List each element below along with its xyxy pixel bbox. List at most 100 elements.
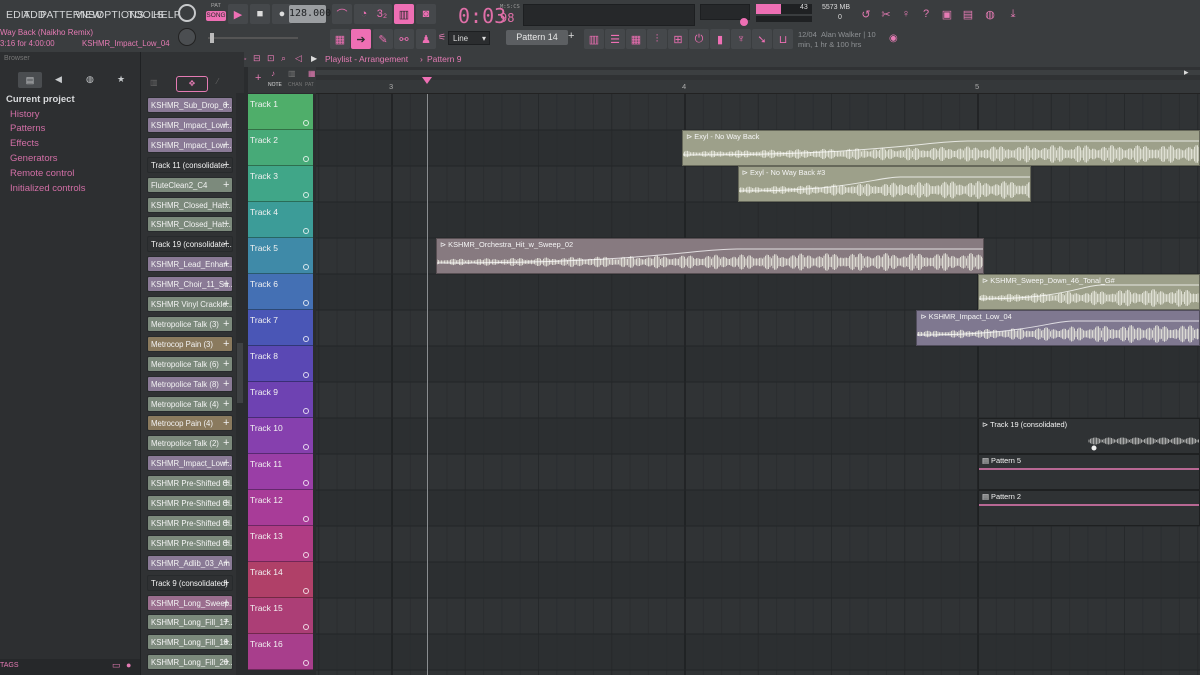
picker-mode-button[interactable]: ✥ <box>176 76 208 92</box>
channel-button[interactable]: KSHMR_Closed_Hat... <box>147 196 233 213</box>
channel-button[interactable]: KSHMR_Adlib_03_Am <box>147 554 233 571</box>
channel-button[interactable]: Metropolice Talk (4) <box>147 395 233 412</box>
stamp-tool-button[interactable]: ♟ <box>416 29 436 49</box>
playlist-pattern-name[interactable]: Pattern 9 <box>427 54 462 64</box>
step-seq-button[interactable]: ☰ <box>605 29 625 49</box>
audio-clip[interactable]: ⊳ KSHMR_Impact_Low_04 <box>916 310 1200 346</box>
blend-notes-button[interactable]: ◙ <box>416 4 436 24</box>
track-header[interactable]: Track 16 <box>248 634 313 670</box>
zoom-icon[interactable]: ⌕ <box>281 53 286 64</box>
channel-button[interactable]: KSHMR_Lead_Enhan... <box>147 256 233 273</box>
draw-tool-button[interactable]: ✎ <box>373 29 393 49</box>
channel-button[interactable]: KSHMR_Long_Fill_18... <box>147 634 233 651</box>
channel-button[interactable]: KSHMR_Impact_Low... <box>147 455 233 472</box>
online-icon[interactable]: ◉ <box>889 33 898 44</box>
slice-icon[interactable]: ⊟ <box>253 53 261 64</box>
channel-button[interactable]: Metropolice Talk (6) <box>147 355 233 372</box>
mic-button[interactable]: ♀ <box>896 4 916 24</box>
audio-clip[interactable]: ⊳ KSHMR_Sweep_Down_46_Tonal_G# <box>978 274 1200 310</box>
channel-button[interactable]: KSHMR Pre-Shifted Cl... <box>147 514 233 531</box>
track-mute-icon[interactable] <box>303 120 309 126</box>
menu-help[interactable]: HELP <box>153 9 181 21</box>
tree-remote-control[interactable]: Remote control <box>10 168 74 179</box>
pat-mode-label[interactable]: PAT <box>211 3 221 9</box>
tab-chan[interactable]: CHAN <box>288 82 302 88</box>
channel-add-icon[interactable]: + <box>223 276 233 292</box>
tree-patterns[interactable]: Patterns <box>10 123 45 134</box>
channel-button[interactable]: KSHMR Pre-Shifted Cl... <box>147 534 233 551</box>
track-header[interactable]: Track 5 <box>248 238 313 274</box>
track-mute-icon[interactable] <box>303 192 309 198</box>
project-info-button[interactable]: ▤ <box>958 4 978 24</box>
master-pitch-knob[interactable] <box>178 28 196 46</box>
piano-roll-window-button[interactable]: ▦ <box>626 29 646 49</box>
channel-button[interactable]: KSHMR_Closed_Hat... <box>147 216 233 233</box>
master-volume-knob[interactable] <box>178 4 196 22</box>
channel-add-icon[interactable]: + <box>223 654 233 670</box>
channel-add-icon[interactable]: + <box>223 316 233 332</box>
channel-button[interactable]: KSHMR Pre-Shifted Cl... <box>147 495 233 511</box>
audio-clip[interactable]: ⊳ Track 19 (consolidated) <box>978 418 1200 454</box>
track-mute-icon[interactable] <box>303 300 309 306</box>
channel-add-icon[interactable]: + <box>223 137 233 153</box>
pattern-selector[interactable]: Pattern 14 <box>506 30 568 45</box>
track-header[interactable]: Track 14 <box>248 562 313 598</box>
track-header[interactable]: Track 11 <box>248 454 313 490</box>
channel-button[interactable]: Track 9 (consolidated) <box>147 574 233 591</box>
song-time-display[interactable]: 0:03 M:S:CS 98 <box>452 1 522 29</box>
tree-effects[interactable]: Effects <box>10 138 39 149</box>
play-button[interactable]: ▶ <box>228 4 248 24</box>
playback-icon[interactable]: ◁ <box>295 53 302 64</box>
channel-add-icon[interactable]: + <box>223 376 233 392</box>
channel-add-icon[interactable]: + <box>223 555 233 571</box>
playlist-grid[interactable]: ⊳ Exyl - No Way Back ⊳ Exyl - No Way Back… <box>316 94 1200 675</box>
browser-tab-starred[interactable]: ★ <box>117 74 125 85</box>
channel-button[interactable]: KSHMR_Impact_Low... <box>147 116 233 133</box>
channel-button[interactable]: KSHMR_Long_Fill_17... <box>147 614 233 631</box>
channel-button[interactable]: Metrocop Pain (3) <box>147 335 233 352</box>
track-header[interactable]: Track 2 <box>248 130 313 166</box>
channel-button[interactable]: KSHMR_Long_Sweep... <box>147 594 233 611</box>
channel-button[interactable]: KSHMR Pre-Shifted Cl... <box>147 475 233 492</box>
tree-generators[interactable]: Generators <box>10 153 58 164</box>
channel-add-icon[interactable]: + <box>223 256 233 272</box>
track-mute-icon[interactable] <box>303 552 309 558</box>
channel-add-icon[interactable]: + <box>223 197 233 213</box>
tab-pat[interactable]: PAT <box>305 82 314 88</box>
channel-button[interactable]: KSHMR_Long_Fill_20... <box>147 654 233 671</box>
channel-add-icon[interactable]: + <box>223 495 233 511</box>
channel-add-icon[interactable]: + <box>223 356 233 372</box>
track-header[interactable]: Track 9 <box>248 382 313 418</box>
track-mute-icon[interactable] <box>303 516 309 522</box>
track-mute-icon[interactable] <box>303 156 309 162</box>
tempo-display[interactable]: 128.000 <box>289 5 331 23</box>
track-mute-icon[interactable] <box>303 444 309 450</box>
channel-add-icon[interactable]: + <box>223 157 233 173</box>
channel-scrollbar[interactable] <box>236 93 244 675</box>
tempo-tap-button[interactable]: ➘ <box>752 29 772 49</box>
channel-add-icon[interactable]: + <box>223 97 233 113</box>
channel-add-icon[interactable]: + <box>223 177 233 193</box>
folder-icon[interactable]: ▭ <box>112 660 121 671</box>
channel-add-icon[interactable]: + <box>223 117 233 133</box>
pattern-clip[interactable]: ▤ Pattern 2 <box>978 490 1200 526</box>
record-icon[interactable]: ● <box>126 660 131 670</box>
tab-note[interactable]: NOTE <box>268 82 282 88</box>
touch-keyboard-button[interactable]: ♆ <box>731 29 751 49</box>
song-mode-button[interactable]: SONG <box>206 11 226 21</box>
track-header[interactable]: Track 13 <box>248 526 313 562</box>
browser-button[interactable]: ▮ <box>710 29 730 49</box>
track-header[interactable]: Track 15 <box>248 598 313 634</box>
piano-roll-button[interactable]: ▦ <box>330 29 350 49</box>
channel-add-icon[interactable]: + <box>223 336 233 352</box>
track-header[interactable]: Track 4 <box>248 202 313 238</box>
snap-select[interactable]: Line ▾ <box>448 31 490 45</box>
track-header[interactable]: Track 7 <box>248 310 313 346</box>
download-button[interactable]: ⤓ <box>1003 4 1023 24</box>
channel-add-icon[interactable]: + <box>223 475 233 491</box>
playlist-button[interactable]: ▥ <box>584 29 604 49</box>
track-header[interactable]: Track 1 <box>248 94 313 130</box>
track-header[interactable]: Track 8 <box>248 346 313 382</box>
undo-button[interactable]: ↺ <box>856 4 876 24</box>
channel-add-icon[interactable]: + <box>223 515 233 531</box>
